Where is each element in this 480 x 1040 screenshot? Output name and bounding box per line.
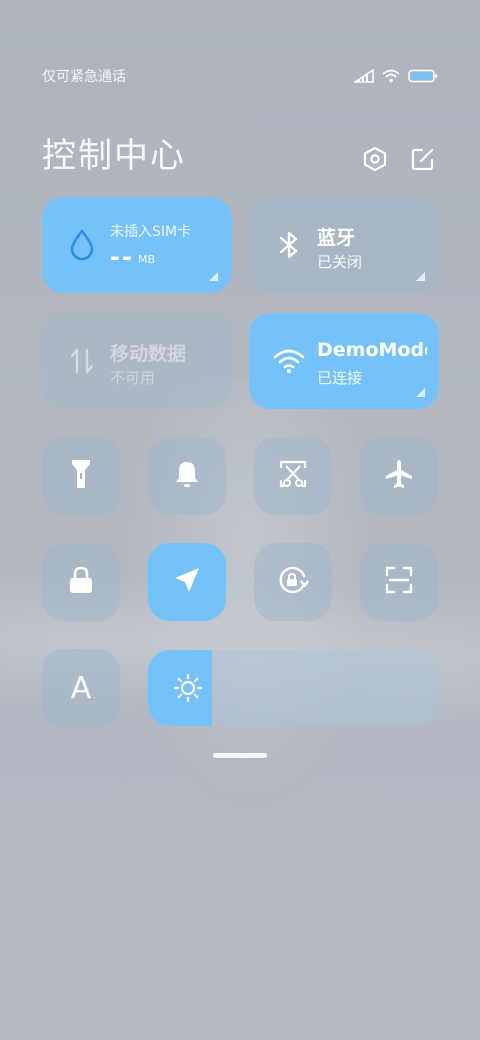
flashlight-icon — [70, 458, 92, 494]
edit-icon[interactable] — [410, 146, 436, 172]
bell-icon — [173, 459, 201, 493]
scanner-toggle[interactable] — [360, 543, 438, 621]
header-actions — [362, 146, 436, 172]
wifi-icon — [273, 343, 305, 379]
status-icons — [352, 68, 438, 87]
lock-screen-toggle[interactable] — [42, 543, 120, 621]
scan-icon — [384, 565, 414, 599]
mobile-data-icon — [66, 343, 98, 379]
flashlight-toggle[interactable] — [42, 437, 120, 515]
status-bar: 仅可紧急通话 — [42, 66, 438, 88]
bluetooth-tile[interactable]: 蓝牙 已关闭 — [249, 197, 439, 293]
expand-corner-icon — [416, 272, 425, 281]
mobile-data-status: 不可用 — [110, 369, 156, 387]
data-usage-unit: MB — [138, 253, 156, 266]
sun-icon — [172, 672, 204, 704]
lock-icon — [68, 565, 94, 599]
battery-icon — [408, 68, 438, 87]
data-usage-label: 未插入SIM卡 — [110, 224, 192, 240]
mobile-data-label: 移动数据 — [110, 343, 187, 365]
location-toggle[interactable] — [148, 543, 226, 621]
wifi-network-name: DemoMode — [317, 339, 427, 361]
auto-rotate-toggle[interactable] — [254, 543, 332, 621]
water-drop-icon — [66, 227, 98, 263]
drag-handle[interactable] — [213, 753, 267, 758]
location-arrow-icon — [172, 565, 202, 599]
font-size-toggle[interactable]: A — [42, 649, 120, 727]
bluetooth-status: 已关闭 — [317, 253, 363, 271]
brightness-slider[interactable] — [148, 650, 438, 726]
signal-icon — [352, 68, 374, 87]
data-usage-value: -- — [110, 243, 134, 271]
airplane-mode-toggle[interactable] — [360, 437, 438, 515]
screenshot-scissors-icon — [278, 459, 308, 493]
expand-corner-icon — [416, 388, 425, 397]
mobile-data-tile[interactable]: 移动数据 不可用 — [42, 313, 232, 409]
settings-icon[interactable] — [362, 146, 388, 172]
wifi-status: 已连接 — [317, 369, 363, 387]
carrier-status-text: 仅可紧急通话 — [42, 69, 126, 85]
font-icon: A — [70, 670, 92, 706]
page-title: 控制中心 — [42, 136, 186, 176]
data-usage-tile[interactable]: 未插入SIM卡 -- MB — [42, 197, 232, 293]
bluetooth-label: 蓝牙 — [317, 227, 356, 249]
bluetooth-icon — [273, 227, 305, 263]
rotation-lock-icon — [277, 564, 309, 600]
wifi-icon — [382, 68, 400, 87]
airplane-icon — [383, 458, 415, 494]
sound-toggle[interactable] — [148, 437, 226, 515]
wifi-tile[interactable]: DemoMode 已连接 — [249, 313, 439, 409]
expand-corner-icon — [209, 272, 218, 281]
screenshot-toggle[interactable] — [254, 437, 332, 515]
